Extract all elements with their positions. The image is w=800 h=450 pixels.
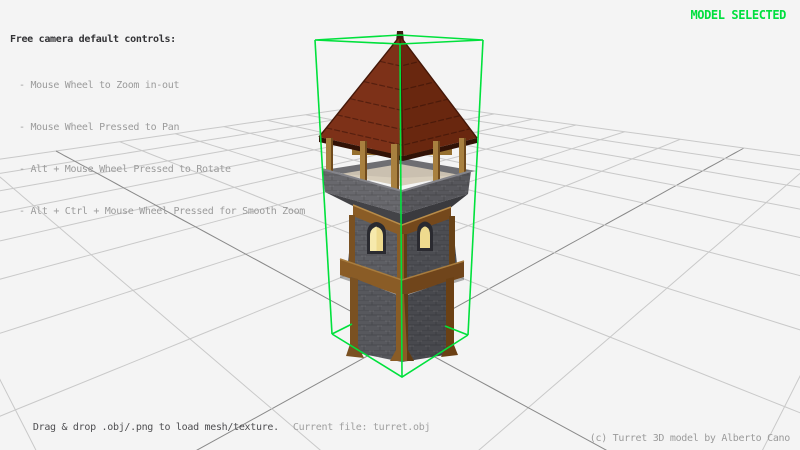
controls-title: Free camera default controls:: [10, 34, 305, 45]
control-item: - Mouse Wheel Pressed to Pan: [10, 118, 305, 138]
window-right: [417, 222, 433, 252]
turret-model[interactable]: [319, 31, 477, 362]
camera-controls-help: Free camera default controls: - Mouse Wh…: [10, 12, 305, 244]
credit-label: (c) Turret 3D model by Alberto Cano: [590, 433, 790, 444]
control-item: - Alt + Mouse Wheel Pressed to Rotate: [10, 160, 305, 180]
control-item: - Alt + Ctrl + Mouse Wheel Pressed for S…: [10, 202, 305, 222]
3d-viewport[interactable]: Free camera default controls: - Mouse Wh…: [0, 0, 800, 450]
model-selected-status: MODEL SELECTED: [690, 8, 786, 22]
footer-hint-bar: Drag & drop .obj/.png to load mesh/textu…: [10, 411, 430, 444]
window-left: [367, 222, 386, 254]
current-file-label: Current file: turret.obj: [293, 422, 430, 433]
roof: [319, 31, 477, 161]
control-item: - Mouse Wheel to Zoom in-out: [10, 76, 305, 96]
drop-hint: Drag & drop .obj/.png to load mesh/textu…: [33, 422, 279, 433]
